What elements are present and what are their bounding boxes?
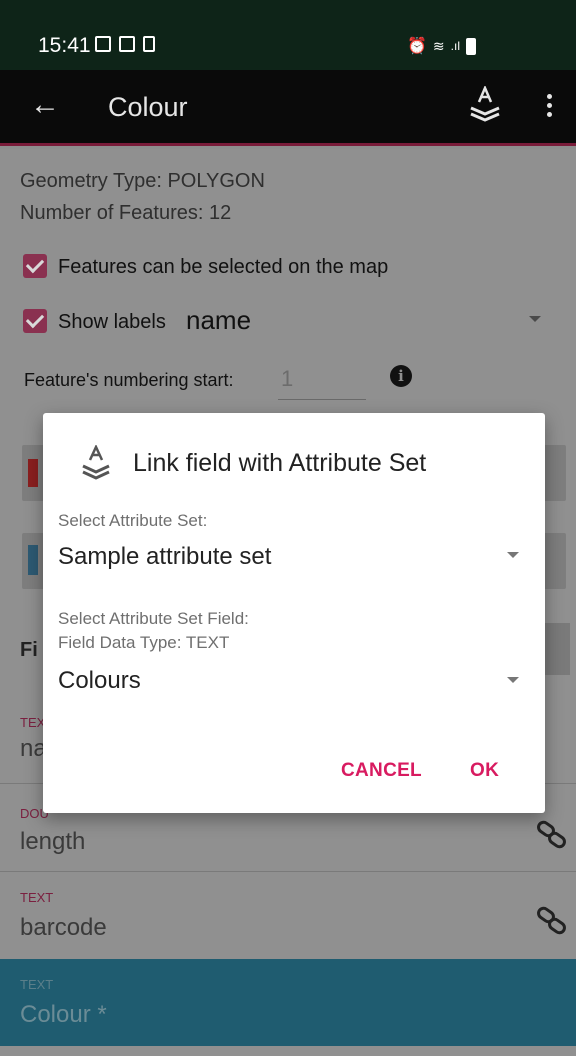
label-field-dropdown-icon[interactable] xyxy=(529,316,541,322)
attribute-set-select[interactable]: Sample attribute set xyxy=(58,543,271,571)
attribute-field-label: Select Attribute Set Field: xyxy=(58,609,249,628)
numbering-input[interactable]: 1 xyxy=(281,366,293,392)
signal-icon: .ıl xyxy=(450,39,460,53)
status-time: 15:41 xyxy=(38,34,91,57)
numbering-label: Feature's numbering start: xyxy=(24,370,234,390)
sd-card-icon xyxy=(143,36,155,52)
image-icon xyxy=(119,36,135,52)
ok-button[interactable]: OK xyxy=(470,760,499,782)
link-icon[interactable] xyxy=(536,906,568,936)
field-type: TEXT xyxy=(20,977,54,992)
numbering-input-underline xyxy=(278,399,366,400)
selectable-label: Features can be selected on the map xyxy=(58,256,389,278)
notification-icon xyxy=(95,36,111,52)
cancel-button[interactable]: CANCEL xyxy=(341,760,422,782)
field-name: length xyxy=(20,828,86,855)
alarm-icon: ⏰ xyxy=(407,38,427,55)
fields-header: Fi xyxy=(20,639,38,661)
battery-icon xyxy=(466,37,476,55)
system-icons: ⏰ ≋ .ıl xyxy=(407,36,476,56)
show-labels-checkbox[interactable] xyxy=(23,309,47,333)
link-icon[interactable] xyxy=(536,820,568,850)
attribute-set-label: Select Attribute Set: xyxy=(58,511,208,530)
field-row-barcode[interactable]: TEXT barcode xyxy=(0,871,576,959)
style-swatch xyxy=(28,545,38,575)
geometry-type-text: Geometry Type: POLYGON xyxy=(20,170,265,192)
layers-icon xyxy=(82,445,110,480)
field-name: barcode xyxy=(20,914,107,941)
field-row-colour[interactable]: TEXT Colour * xyxy=(0,959,576,1046)
link-attribute-set-dialog: Link field with Attribute Set Select Att… xyxy=(43,413,545,813)
show-labels-label: Show labels xyxy=(58,311,166,333)
attribute-field-select[interactable]: Colours xyxy=(58,667,141,695)
attribute-field-dropdown-icon[interactable] xyxy=(507,677,519,683)
feature-count-text: Number of Features: 12 xyxy=(20,202,232,224)
notification-icons xyxy=(95,36,155,52)
app-toolbar: ← Colour xyxy=(0,70,576,146)
dialog-title: Link field with Attribute Set xyxy=(133,449,427,477)
wifi-icon: ≋ xyxy=(432,37,445,54)
field-name: Colour * xyxy=(20,1001,107,1028)
arrow-back-icon[interactable]: ← xyxy=(30,90,60,120)
colour-swatch xyxy=(28,459,38,487)
more-vert-icon[interactable] xyxy=(547,94,553,121)
info-icon[interactable]: i xyxy=(390,365,412,387)
status-bar: 15:41 ⏰ ≋ .ıl xyxy=(0,0,576,70)
attribute-set-dropdown-icon[interactable] xyxy=(507,552,519,558)
field-data-type-label: Field Data Type: TEXT xyxy=(58,633,230,652)
label-field-select[interactable]: name xyxy=(186,305,251,336)
selectable-checkbox[interactable] xyxy=(23,254,47,278)
layers-icon[interactable] xyxy=(468,86,502,126)
page-title: Colour xyxy=(108,92,188,122)
field-type: TEXT xyxy=(20,890,54,905)
